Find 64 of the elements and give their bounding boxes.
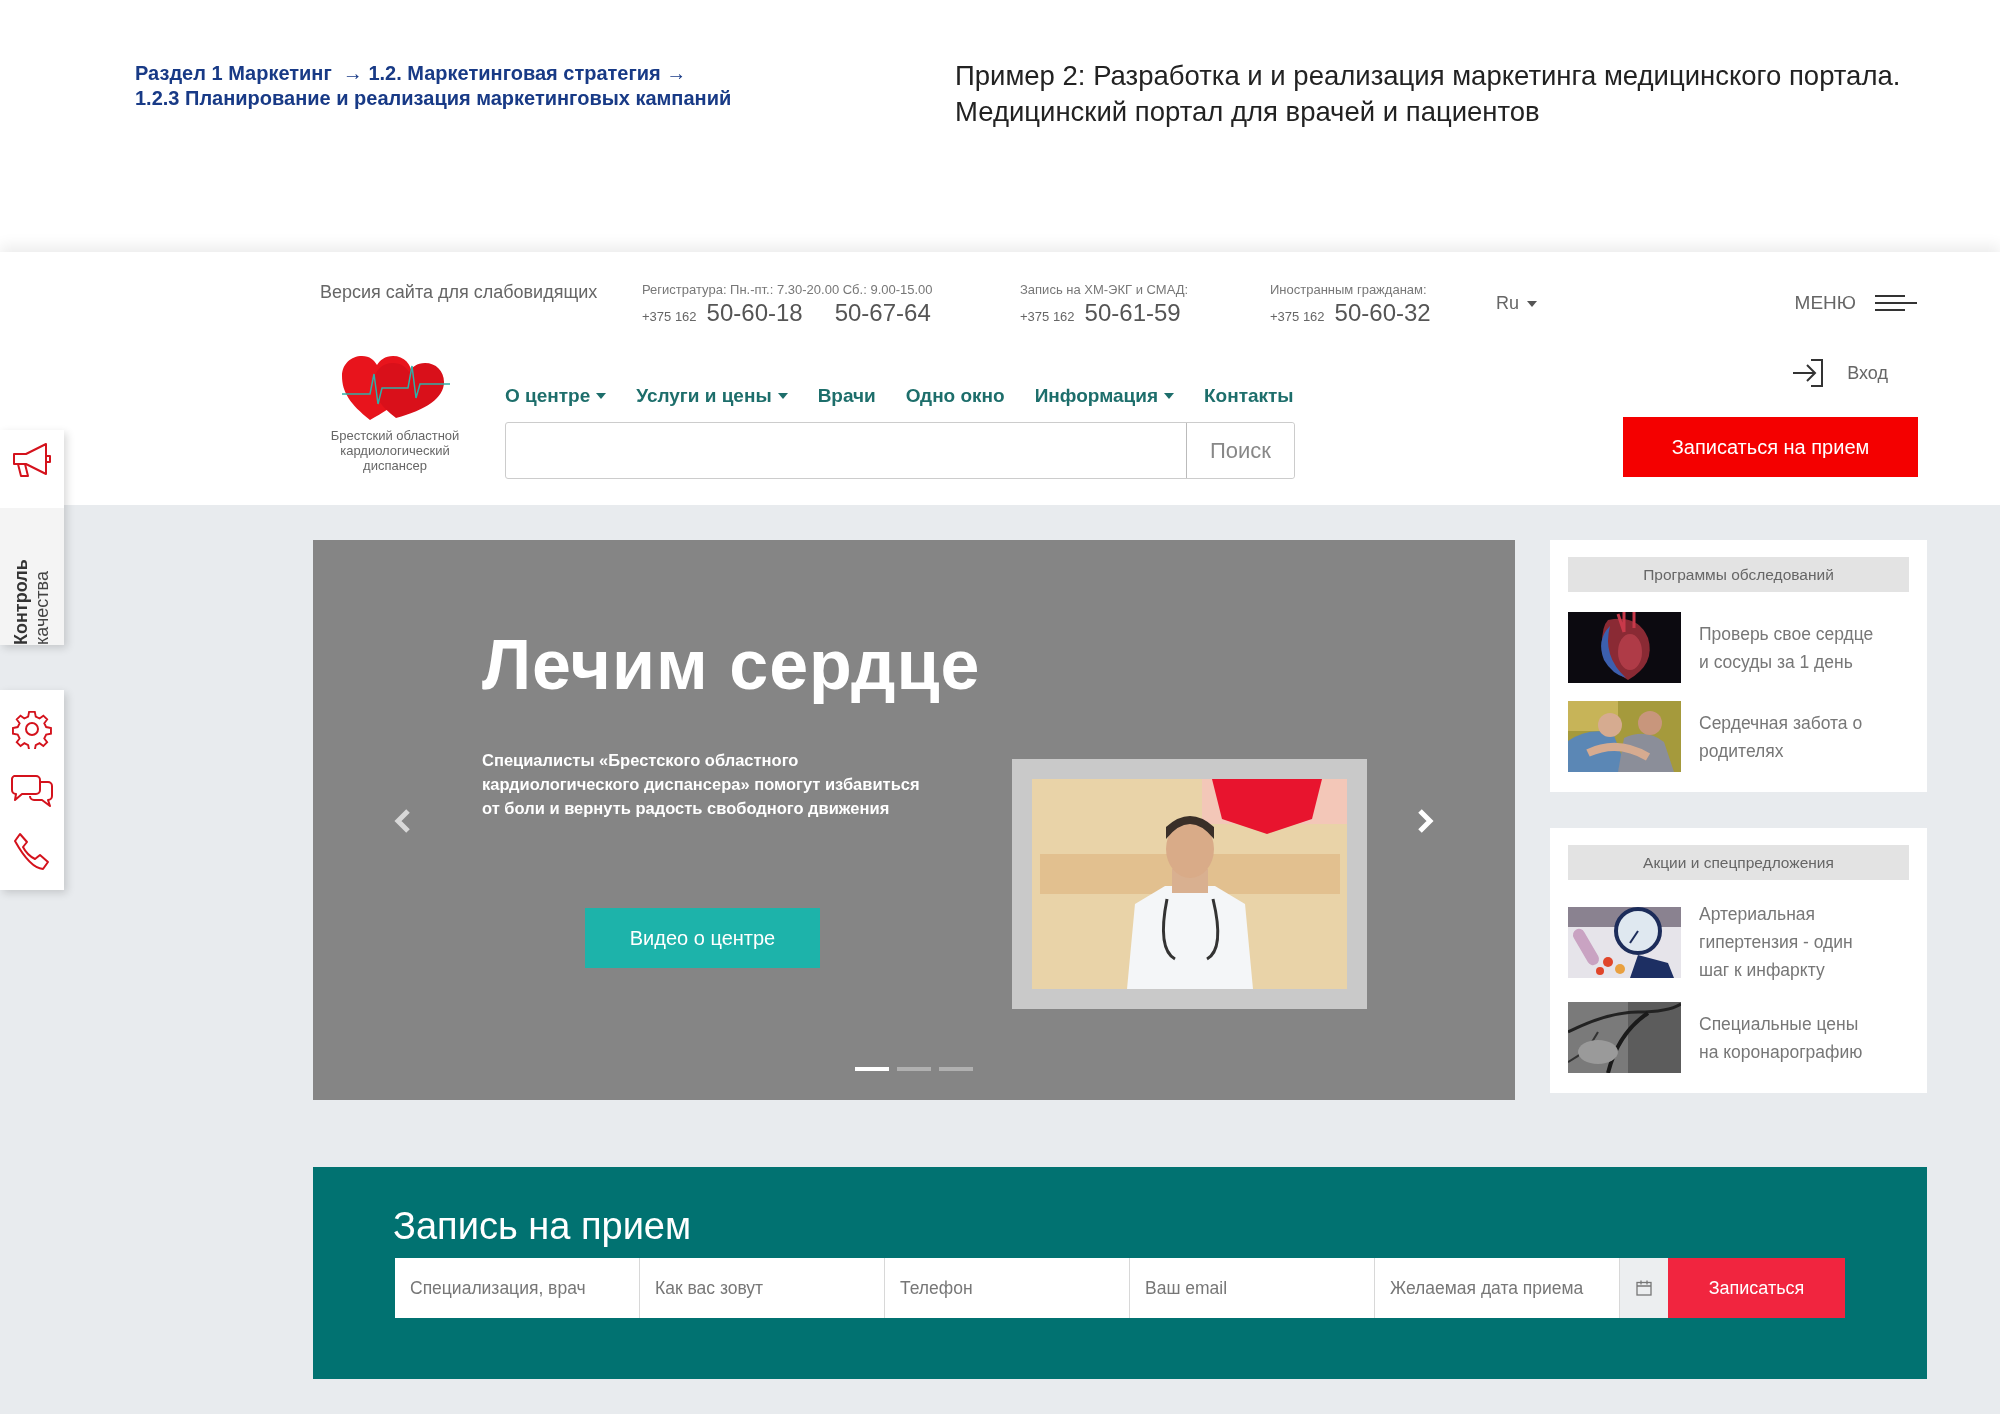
input-field[interactable]: Телефон xyxy=(885,1258,1130,1318)
phone-icon[interactable] xyxy=(12,830,52,871)
submit-button[interactable]: Записаться xyxy=(1668,1258,1845,1318)
hero-text: от боли и вернуть радость свободного движения xyxy=(482,799,891,818)
card-link[interactable]: Специальные цены на коронарографию xyxy=(1699,1009,1863,1066)
card-title: Акции и спецпредложения xyxy=(1568,845,1909,880)
caret-icon xyxy=(1164,393,1174,399)
heading-text: Медицинский портал для врачей и пациентов xyxy=(955,96,1540,128)
megaphone-icon[interactable] xyxy=(10,442,54,478)
nav-link[interactable]: О центре xyxy=(505,370,607,422)
nav-link[interactable]: Врачи xyxy=(817,370,876,422)
nav-link[interactable]: Услуги и цены xyxy=(636,370,788,422)
appointment-button[interactable]: Записаться на прием xyxy=(1623,417,1918,477)
nav-link[interactable]: Информация xyxy=(1034,370,1174,422)
booking-title: Запись на прием xyxy=(393,1205,693,1248)
sign-in-icon xyxy=(1791,358,1826,388)
phone-number: 50-60-32 xyxy=(1334,299,1431,327)
card-link[interactable]: Проверь свое сердце и сосуды за 1 день xyxy=(1699,619,1874,676)
menu-button[interactable]: МЕНЮ xyxy=(1794,292,1918,314)
search-button[interactable]: Поиск xyxy=(1186,423,1294,478)
nav-link[interactable]: Одно окно xyxy=(905,370,1005,422)
logo-caption: Брестский областной xyxy=(330,428,460,443)
card-link[interactable]: Артериальная гипертензия - один шаг к инфаркту xyxy=(1699,900,1853,984)
hero-text: Специалисты «Брестского областного xyxy=(482,751,800,770)
calendar-icon xyxy=(1636,1280,1652,1296)
nav-link[interactable]: Контакты xyxy=(1204,370,1294,422)
phone-number: 50-67-64 xyxy=(834,299,931,327)
heading-text: Пример 2: Разработка и и реализация маркетинга медицинского портала. xyxy=(955,60,1901,92)
logo-caption: диспансер xyxy=(362,458,428,473)
chat-icon[interactable] xyxy=(10,772,54,808)
video-thumbnail[interactable] xyxy=(1012,759,1367,1009)
hero-text: кардиологического диспансера» помогут избавиться xyxy=(482,775,920,794)
breadcrumb-text: Раздел 1 Маркетинг → 1.2. Маркетинговая стратегия → xyxy=(135,62,687,85)
card-title: Программы обследований xyxy=(1568,557,1909,592)
caret-icon xyxy=(777,393,788,399)
phone-number: 50-61-59 xyxy=(1084,299,1181,327)
contact-label: Иностранным гражданам: xyxy=(1270,282,1427,297)
input-field[interactable]: Желаемая дата приема xyxy=(1375,1258,1620,1318)
chevron-right-icon[interactable] xyxy=(1415,808,1435,834)
calendar-button[interactable] xyxy=(1620,1258,1668,1318)
caret-icon xyxy=(1527,300,1537,307)
settings-icon[interactable] xyxy=(12,709,52,750)
language-dropdown[interactable]: Ru xyxy=(1496,293,1537,314)
menu-icon xyxy=(1874,294,1918,312)
contact-label: Регистратура: Пн.-пт.: 7.30-20.00 Сб.: 9.00-15.00 xyxy=(642,282,933,297)
input-field[interactable]: Как вас зовут xyxy=(640,1258,885,1318)
quality-label: качества xyxy=(32,570,53,645)
breadcrumb-text: 1.2.3 Планирование и реализация маркетинговых кампаний xyxy=(135,87,732,110)
search-field[interactable]: Поиск xyxy=(505,422,1295,479)
phone-code: +375 162 xyxy=(1270,309,1325,324)
phone-code: +375 162 xyxy=(1020,309,1075,324)
phone-code: +375 162 xyxy=(642,309,697,324)
caret-icon xyxy=(596,393,607,399)
chevron-left-icon[interactable] xyxy=(393,808,413,834)
hero-title: Лечим сердце xyxy=(482,625,981,705)
logo-caption: кардиологический xyxy=(339,443,451,458)
low-vision-link[interactable]: Версия сайта для слабовидящих xyxy=(320,282,642,303)
login-button[interactable]: Вход xyxy=(1791,349,1918,397)
card-link[interactable]: Сердечная забота о родителях xyxy=(1699,708,1863,765)
input-field[interactable]: Специализация, врач xyxy=(395,1258,640,1318)
input-field[interactable]: Ваш email xyxy=(1130,1258,1375,1318)
contact-label: Запись на ХМ-ЭКГ и СМАД: xyxy=(1020,282,1189,297)
quality-label: Контроль xyxy=(11,558,32,645)
phone-number: 50-60-18 xyxy=(706,299,803,327)
